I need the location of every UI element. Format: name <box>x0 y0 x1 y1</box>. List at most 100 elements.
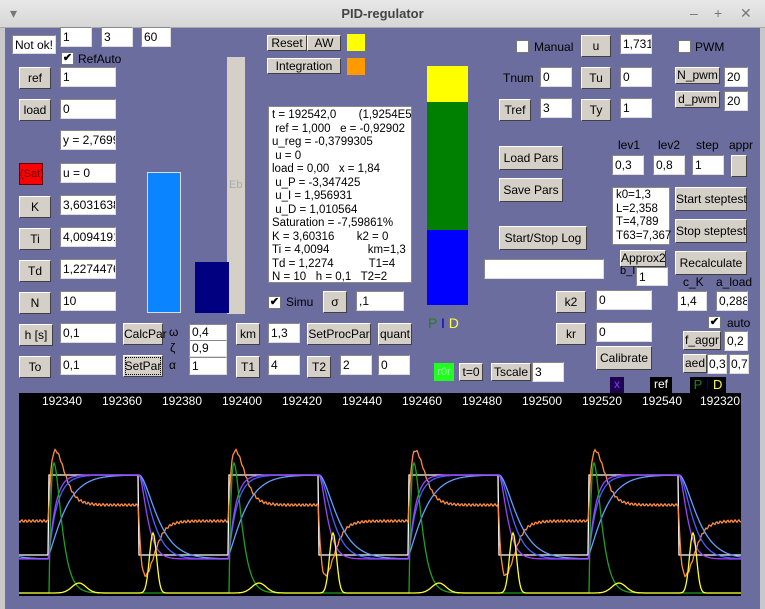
kr-button[interactable]: kr <box>556 323 586 345</box>
alpha-input[interactable]: 1 <box>189 357 227 375</box>
ty-input[interactable]: 1 <box>620 98 652 118</box>
setpar-button[interactable]: SetPar <box>123 355 163 377</box>
u-readout: u = 0 <box>60 163 116 183</box>
load-input[interactable]: 0 <box>60 99 116 119</box>
calcpar-button[interactable]: CalcPar <box>123 323 167 345</box>
aed-input-2[interactable]: 0,7 <box>729 354 749 374</box>
setprocpar-button[interactable]: SetProcPar <box>307 323 371 345</box>
zeta-input[interactable]: 0,9 <box>189 340 227 357</box>
load-button[interactable]: load <box>19 99 51 121</box>
pwm-checkbox[interactable] <box>678 40 691 53</box>
integration-button[interactable]: Integration <box>267 58 341 74</box>
cK-input[interactable]: 1,4 <box>677 291 707 311</box>
N-button[interactable]: N <box>19 292 51 314</box>
T1-input[interactable]: 4 <box>268 355 300 375</box>
trace-y2 <box>19 474 741 560</box>
start-stop-log-button[interactable]: Start/Stop Log <box>499 226 587 250</box>
refauto-checkbox[interactable]: ✔ <box>61 52 74 65</box>
k2-input[interactable]: 0 <box>596 290 652 310</box>
trace-ref <box>19 474 741 556</box>
K-input[interactable]: 3,6031638 <box>60 195 116 215</box>
Ti-input[interactable]: 4,0094191 <box>60 227 116 247</box>
npwm-input[interactable]: 20 <box>724 67 748 87</box>
slider-track[interactable]: Eb <box>227 57 245 314</box>
param-input-2[interactable]: 3 <box>101 27 133 47</box>
aed-button[interactable]: aed <box>683 354 707 373</box>
result-L: L=2,358 <box>616 202 658 215</box>
step-input[interactable]: 1 <box>692 155 724 175</box>
To-button[interactable]: To <box>19 356 51 378</box>
r0r-button[interactable]: r0r <box>434 363 454 381</box>
start-steptest-button[interactable]: Start steptest <box>675 187 747 211</box>
N-input[interactable]: 10 <box>60 291 116 311</box>
sigma-input[interactable]: ,1 <box>356 291 404 311</box>
info-line: u_I = 1,956931 <box>272 190 353 202</box>
u-button[interactable]: u <box>581 35 611 57</box>
T1-button[interactable]: T1 <box>236 356 260 378</box>
u-input[interactable]: 1,731 <box>620 34 652 54</box>
maximize-icon[interactable]: + <box>714 5 722 21</box>
k2-button[interactable]: k2 <box>556 291 586 313</box>
tscale-button[interactable]: Tscale <box>491 363 531 381</box>
quant-input[interactable]: 0 <box>378 355 410 375</box>
tref-button[interactable]: Tref <box>499 99 531 121</box>
Td-input[interactable]: 1,2274476 <box>60 259 116 279</box>
aed-input-1[interactable]: 0,3 <box>707 354 727 374</box>
simu-checkbox[interactable]: ✔ <box>268 296 281 309</box>
ref-button[interactable]: ref <box>19 67 51 89</box>
h-button[interactable]: h [s] <box>19 324 53 346</box>
K-button[interactable]: K <box>19 196 51 218</box>
load-pars-button[interactable]: Load Pars <box>499 146 563 170</box>
manual-checkbox[interactable] <box>516 40 529 53</box>
reset-button[interactable]: Reset <box>267 35 307 51</box>
omega-input[interactable]: 0,4 <box>189 324 227 341</box>
appr-button[interactable] <box>731 155 747 177</box>
aw-button[interactable]: AW <box>307 35 341 51</box>
ty-button[interactable]: Ty <box>581 99 611 121</box>
kr-input[interactable]: 0 <box>596 322 652 342</box>
npwm-button[interactable]: N_pwm <box>675 67 720 84</box>
tnum-input[interactable]: 0 <box>540 67 572 87</box>
km-button[interactable]: km <box>236 323 260 345</box>
tu-input[interactable]: 0 <box>620 67 652 87</box>
tu-button[interactable]: Tu <box>581 67 611 89</box>
save-pars-button[interactable]: Save Pars <box>499 178 563 202</box>
ref-input[interactable]: 1 <box>60 67 116 87</box>
param-input-1[interactable]: 1 <box>60 27 92 47</box>
h-input[interactable]: 0,1 <box>60 323 116 343</box>
aload-input[interactable]: 0,288 <box>716 291 748 311</box>
calibrate-button[interactable]: Calibrate <box>596 346 652 370</box>
recalculate-button[interactable]: Recalculate <box>675 251 747 275</box>
faggr-button[interactable]: f_aggr <box>683 331 721 350</box>
bI-input[interactable]: 1 <box>636 267 668 286</box>
param-input-3[interactable]: 60 <box>141 27 171 47</box>
log-filename-input[interactable] <box>484 259 604 279</box>
x-tick-label: 192380 <box>161 394 203 408</box>
tref-input[interactable]: 3 <box>540 98 572 118</box>
lev2-input[interactable]: 0,8 <box>653 155 685 175</box>
tscale-input[interactable]: 3 <box>532 362 564 382</box>
auto-checkbox[interactable]: ✔ <box>708 316 721 329</box>
info-line: K = 3,60316 k2 = 0 <box>272 230 389 243</box>
dpwm-button[interactable]: d_pwm <box>675 91 720 108</box>
km-input[interactable]: 1,3 <box>268 323 300 343</box>
t0-button[interactable]: t=0 <box>459 363 483 381</box>
T2-input[interactable]: 2 <box>340 355 372 375</box>
pid-bar-i <box>427 102 468 230</box>
refauto-label: RefAuto <box>78 52 122 66</box>
lev1-input[interactable]: 0,3 <box>612 155 644 175</box>
Td-button[interactable]: Td <box>19 260 51 282</box>
To-input[interactable]: 0,1 <box>60 355 116 375</box>
stop-steptest-button[interactable]: Stop steptest <box>675 219 747 243</box>
close-icon[interactable]: ✕ <box>740 5 752 22</box>
signal-plot[interactable]: 192340 192360 192380 192400 192420 192440 1924… <box>19 393 741 596</box>
Ti-button[interactable]: Ti <box>19 228 51 250</box>
T2-button[interactable]: T2 <box>307 356 331 378</box>
quant-button[interactable]: quant <box>378 323 412 345</box>
dpwm-input[interactable]: 20 <box>724 91 748 111</box>
sigma-button[interactable]: σ <box>323 291 347 313</box>
faggr-input[interactable]: 0,2 <box>724 331 748 351</box>
minimize-icon[interactable]: – <box>690 5 698 21</box>
aw-indicator <box>347 34 365 51</box>
trace-y <box>19 474 741 560</box>
